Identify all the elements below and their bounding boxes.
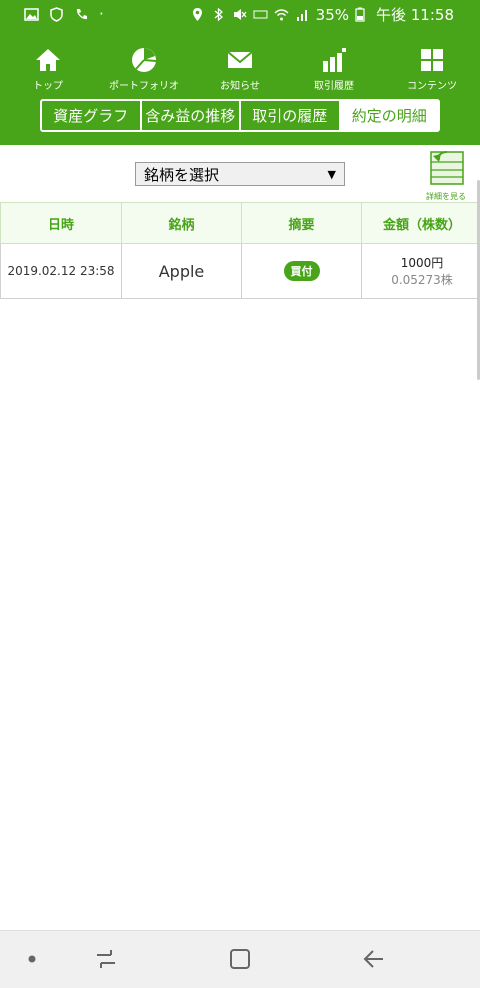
bluetooth-icon [211,7,226,22]
home-button-icon[interactable] [228,947,252,971]
nav-portfolio[interactable]: ポートフォリオ [98,47,190,95]
header-datetime: 日時 [1,203,122,244]
header-stock: 銘柄 [122,203,242,244]
cell-stock: Apple [122,244,242,299]
nav-history[interactable]: 取引履歴 [288,47,380,95]
table-header-row: 日時 銘柄 摘要 金額（株数） [1,203,480,244]
grid-icon [419,47,445,73]
stock-select-value: 銘柄を選択 [144,164,219,185]
pie-chart-icon [131,47,157,73]
table-row[interactable]: 2019.02.12 23:58 Apple 買付 1000円 0.05273株 [1,244,480,299]
nav-label-history: 取引履歴 [288,77,380,92]
bar-chart-icon [321,47,347,73]
buy-badge: 買付 [284,261,320,281]
home-icon [35,47,61,73]
location-icon [190,7,205,22]
back-icon[interactable] [362,947,386,971]
battery-percent: 35% [316,6,349,24]
shield-icon [49,7,64,22]
nav-label-notices: お知らせ [194,77,286,92]
nav-label-portfolio: ポートフォリオ [98,77,190,92]
volte-icon [253,7,268,22]
nav-contents[interactable]: コンテンツ [386,47,478,95]
cell-summary: 買付 [242,244,362,299]
signal-icon [295,7,310,22]
header-summary: 摘要 [242,203,362,244]
header-amount: 金額（株数） [362,203,480,244]
nav-label-top: トップ [2,77,94,92]
tab-execution-details[interactable]: 約定の明細 [341,101,439,130]
tab-unrealized-gain[interactable]: 含み益の推移 [142,101,242,130]
view-details-button[interactable]: 詳細を見る [424,150,468,198]
execution-table: 日時 銘柄 摘要 金額（株数） 2019.02.12 23:58 Apple 買… [0,202,480,299]
battery-icon [355,7,370,22]
recent-apps-icon[interactable] [94,947,118,971]
wifi-icon [274,7,289,22]
gallery-icon [24,7,39,22]
nav-top[interactable]: トップ [2,47,94,95]
stock-select[interactable]: 銘柄を選択 ▼ [135,162,345,186]
dot-icon: · [99,5,104,23]
sub-tabs: 資産グラフ 含み益の推移 取引の履歴 約定の明細 [40,99,440,132]
mail-icon [227,47,253,73]
status-bar: · 35% 午後 11:58 [0,0,480,29]
clock: 午後 11:58 [376,4,454,25]
tab-asset-graph[interactable]: 資産グラフ [42,101,142,130]
top-navigation: トップ ポートフォリオ お知らせ 取引履歴 コンテンツ 資産グラフ 含み益の推移… [0,29,480,145]
cell-datetime: 2019.02.12 23:58 [1,244,122,299]
view-details-label: 詳細を見る [424,191,468,202]
nav-label-contents: コンテンツ [386,77,478,92]
tab-trade-history[interactable]: 取引の履歴 [241,101,341,130]
amount-shares: 0.05273株 [362,271,480,288]
cell-amount: 1000円 0.05273株 [362,244,480,299]
call-icon [74,7,89,22]
amount-yen: 1000円 [362,254,480,271]
system-navigation-bar [0,930,480,988]
chevron-down-icon: ▼ [328,168,336,181]
document-arrow-icon [427,150,465,186]
dot-icon[interactable] [20,947,44,971]
mute-icon [232,7,247,22]
nav-notices[interactable]: お知らせ [194,47,286,95]
